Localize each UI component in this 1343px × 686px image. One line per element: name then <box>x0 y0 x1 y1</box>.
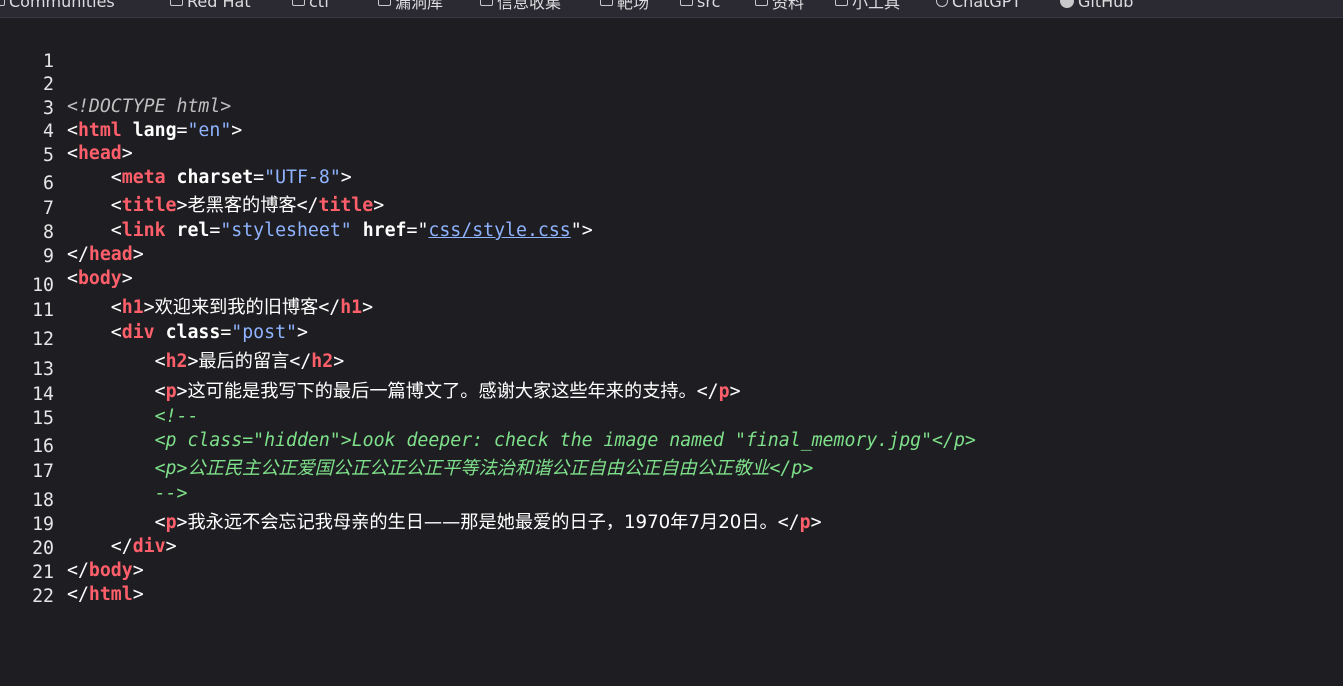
html-tag: html <box>77 120 122 141</box>
line-number: 22 <box>32 586 54 607</box>
rel-value: "stylesheet" <box>220 220 352 241</box>
code-line-21: 21 </html> <box>0 540 144 605</box>
head-tag: head <box>77 143 122 164</box>
bookmark-red-hat[interactable]: Red Hat <box>170 0 251 11</box>
body-tag: body <box>77 268 122 289</box>
code-line-7: 7 <link rel="stylesheet" href="css/style… <box>0 176 593 241</box>
code-line-9: 9 <body> <box>0 224 133 289</box>
code-line-2: 2 <!DOCTYPE html> <box>0 52 231 117</box>
code-line-5: 5 <meta charset="UTF-8"> <box>0 123 352 188</box>
bookmarks-toolbar: Communities Red Hat ctf 漏洞库 信息收集 靶场 src … <box>0 0 1343 18</box>
bookmark-src[interactable]: src <box>680 0 720 11</box>
code-line-15: 15 <p class="hidden">Look deeper: check … <box>0 386 976 451</box>
code-editor[interactable]: 1 2 <!DOCTYPE html> 3 <html lang="en"> 4… <box>0 17 1343 686</box>
code-line-3: 3 <html lang="en"> <box>0 76 242 141</box>
doctype-declaration: <!DOCTYPE html> <box>67 96 232 117</box>
code-line-14: 14 <!-- <box>0 362 198 427</box>
code-line-20: 20 </body> <box>0 516 144 581</box>
code-line-19: 19 </div> <box>0 492 176 557</box>
code-line-8: 8 </head> <box>0 200 144 265</box>
bookmark-github[interactable]: GitHub <box>1060 0 1133 11</box>
code-line-18: 18 <p>我永远不会忘记我母亲的生日——那是她最爱的日子，1970年7月20日… <box>0 468 821 533</box>
bookmark-materials[interactable]: 资料 <box>755 0 804 12</box>
folder-icon <box>378 0 391 6</box>
p2-text: 我永远不会忘记我母亲的生日——那是她最爱的日子，1970年7月20日。 <box>187 512 778 533</box>
bookmark-tools[interactable]: 小工具 <box>835 0 900 12</box>
charset-value: "UTF-8" <box>264 167 341 188</box>
p1-text: 这可能是我写下的最后一篇博文了。感谢大家这些年来的支持。 <box>187 381 697 402</box>
code-line-16: 16 <p>公正民主公正爱国公正公正公正平等法治和谐公正自由公正自由公正敬业</… <box>0 414 813 479</box>
h1-text: 欢迎来到我的旧博客 <box>154 297 319 318</box>
h2-text: 最后的留言 <box>198 351 290 372</box>
code-line-10: 10 <h1>欢迎来到我的旧博客</h1> <box>0 253 373 318</box>
attr-charset: charset <box>176 167 254 188</box>
code-line-1: 1 <box>0 29 54 72</box>
bookmark-info-gathering[interactable]: 信息收集 <box>480 0 561 12</box>
class-value: "post" <box>231 322 297 343</box>
hidden-comment-line: <p class="hidden">Look deeper: check the… <box>154 430 976 451</box>
folder-icon <box>480 0 493 6</box>
bookmark-ctf[interactable]: ctf <box>292 0 330 11</box>
href-link[interactable]: css/style.css <box>428 220 570 241</box>
folder-icon <box>292 0 305 6</box>
folder-icon <box>755 0 768 6</box>
comment-open: <!-- <box>154 406 199 427</box>
code-line-6: 6 <title>老黑客的博客</title> <box>0 151 384 216</box>
folder-icon <box>170 0 183 6</box>
title-text: 老黑客的博客 <box>187 195 297 216</box>
lang-value: "en" <box>187 120 232 141</box>
folder-icon <box>600 0 613 6</box>
encoded-comment-text: 公正民主公正爱国公正公正公正平等法治和谐公正自由公正自由公正敬业 <box>187 458 770 479</box>
comment-close: --> <box>154 483 188 504</box>
bookmark-chatgpt[interactable]: ChatGPT <box>936 0 1021 11</box>
code-line-4: 4 <head> <box>0 99 133 164</box>
bookmark-range[interactable]: 靶场 <box>600 0 649 12</box>
folder-icon <box>0 0 5 6</box>
bookmark-communities[interactable]: Communities <box>0 0 115 11</box>
title-tag: title <box>121 195 177 216</box>
code-line-12: 12 <h2>最后的留言</h2> <box>0 307 344 372</box>
code-line-13: 13 <p>这可能是我写下的最后一篇博文了。感谢大家这些年来的支持。</p> <box>0 337 740 402</box>
folder-icon <box>680 0 693 6</box>
code-line-11: 11 <div class="post"> <box>0 278 308 343</box>
link-tag: link <box>121 220 166 241</box>
folder-icon <box>835 0 848 6</box>
meta-tag: meta <box>121 167 166 188</box>
bookmark-vuln-db[interactable]: 漏洞库 <box>378 0 443 12</box>
code-line-17: 17 --> <box>0 439 187 504</box>
github-icon <box>1060 0 1074 8</box>
attr-lang: lang <box>132 120 177 141</box>
ai-icon <box>936 0 948 7</box>
code-line-22: 22 <box>0 564 54 607</box>
